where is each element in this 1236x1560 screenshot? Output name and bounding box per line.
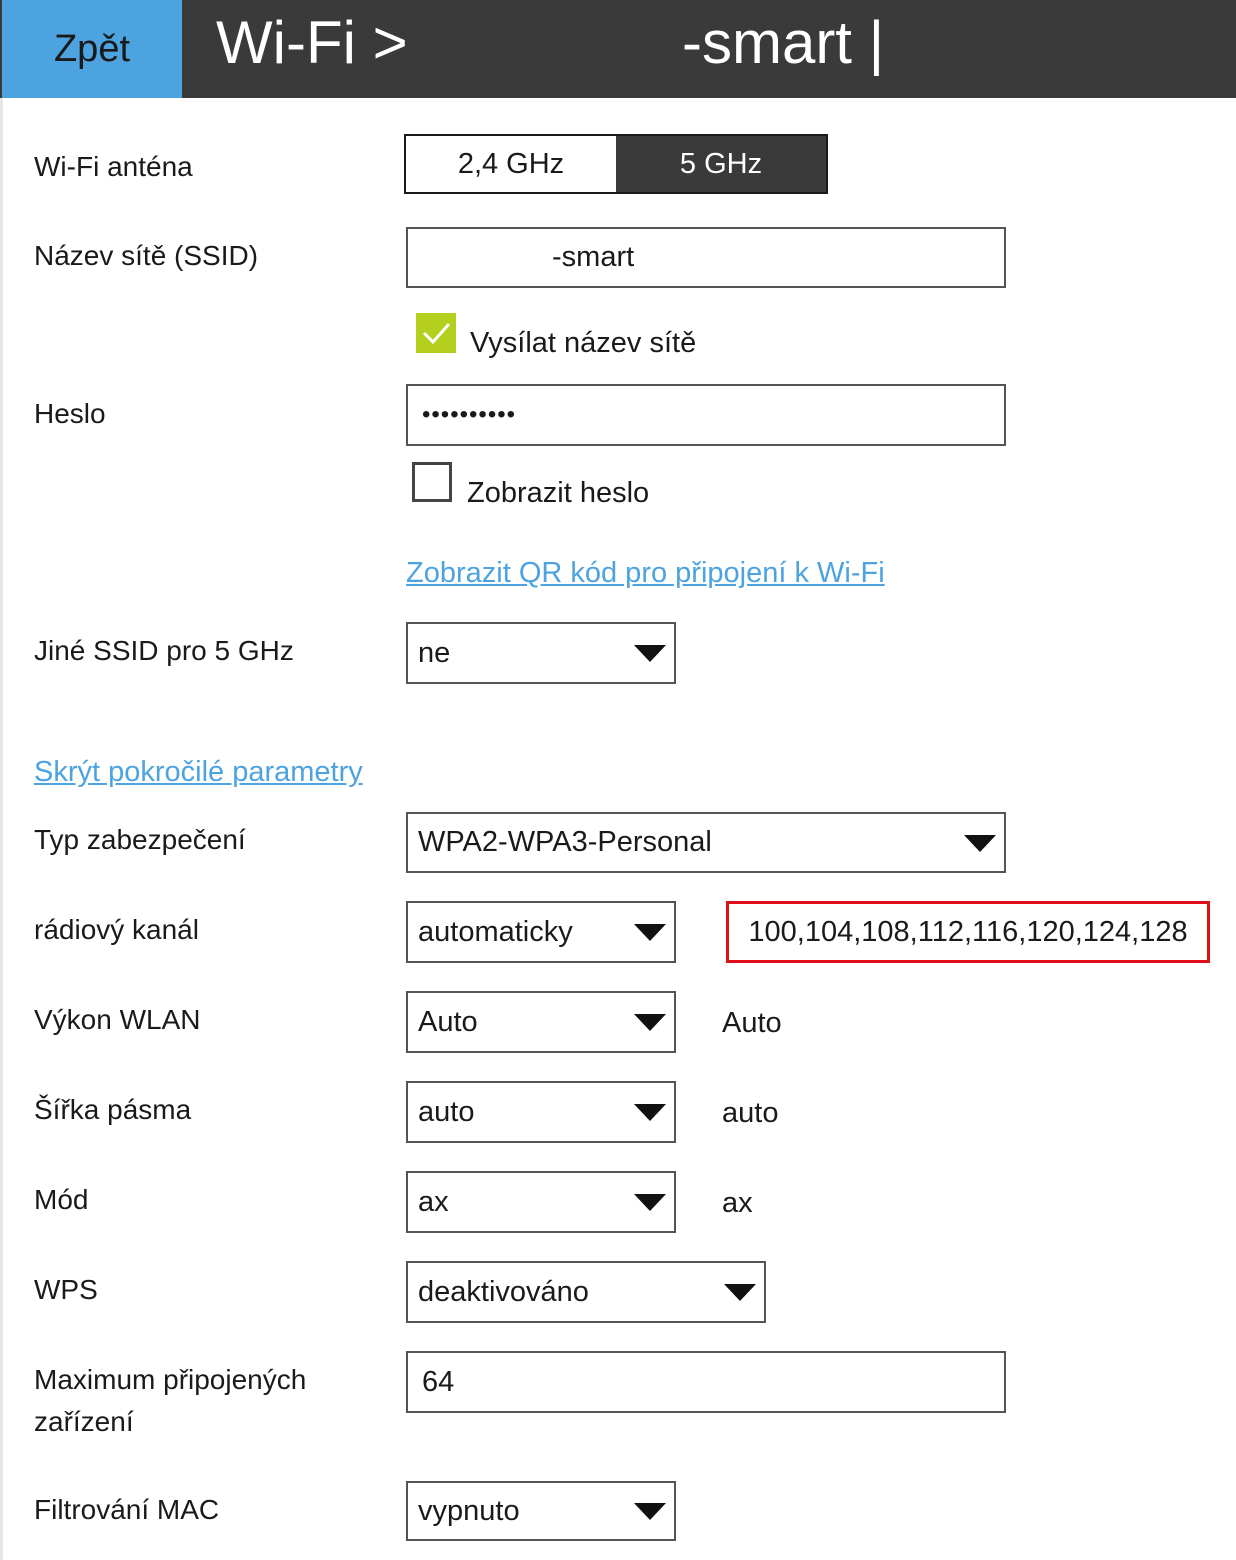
other-ssid-select[interactable]: ne (406, 622, 676, 684)
chevron-down-icon (724, 1284, 756, 1301)
hide-advanced-link[interactable]: Skrýt pokročilé parametry (34, 752, 363, 792)
channel-value: automaticky (418, 915, 573, 948)
password-label: Heslo (34, 398, 106, 429)
security-value: WPA2-WPA3-Personal (418, 826, 712, 858)
chevron-down-icon (634, 924, 666, 941)
qr-code-link[interactable]: Zobrazit QR kód pro připojení k Wi-Fi (406, 553, 885, 593)
mac-filter-select[interactable]: vypnuto (406, 1481, 676, 1541)
antenna-toggle: 2,4 GHz 5 GHz (404, 134, 828, 194)
show-password-checkbox[interactable] (412, 462, 452, 502)
other-ssid-label: Jiné SSID pro 5 GHz (34, 635, 294, 666)
mac-filter-value: vypnuto (418, 1494, 520, 1527)
broadcast-label: Vysílat název sítě (470, 327, 697, 359)
power-value: Auto (418, 1005, 478, 1038)
max-devices-label-line2: zařízení (34, 1406, 134, 1437)
ssid-input[interactable]: -smart (406, 227, 1006, 288)
header-ssid: -smart | (682, 9, 885, 76)
other-ssid-value: ne (418, 636, 451, 669)
check-icon (422, 323, 451, 345)
channel-select[interactable]: automaticky (406, 901, 676, 963)
max-devices-input[interactable]: 64 (406, 1351, 1006, 1413)
antenna-label: Wi-Fi anténa (34, 151, 193, 182)
power-label: Výkon WLAN (34, 1004, 201, 1035)
security-label: Typ zabezpečení (34, 824, 246, 855)
chevron-down-icon (634, 1104, 666, 1121)
antenna-option-2-4ghz[interactable]: 2,4 GHz (406, 136, 616, 192)
bandwidth-value: auto (418, 1095, 475, 1128)
mode-value: ax (418, 1185, 449, 1218)
left-edge-divider (0, 98, 3, 1560)
mode-label: Mód (34, 1184, 89, 1215)
power-current: Auto (722, 1007, 782, 1039)
bandwidth-select[interactable]: auto (406, 1081, 676, 1143)
password-input[interactable]: •••••••••• (406, 384, 1006, 446)
back-button[interactable]: Zpět (2, 0, 182, 98)
max-devices-label: Maximum připojených (34, 1364, 307, 1395)
broadcast-checkbox[interactable] (416, 313, 456, 353)
ssid-label: Název sítě (SSID) (34, 240, 259, 271)
chevron-down-icon (634, 1503, 666, 1520)
bandwidth-current: auto (722, 1097, 779, 1129)
show-password-label: Zobrazit heslo (467, 477, 650, 509)
wps-select[interactable]: deaktivováno (406, 1261, 766, 1323)
chevron-down-icon (634, 645, 666, 662)
chevron-down-icon (634, 1194, 666, 1211)
mode-select[interactable]: ax (406, 1171, 676, 1233)
chevron-down-icon (634, 1014, 666, 1031)
wps-label: WPS (34, 1274, 98, 1305)
channel-label: rádiový kanál (34, 914, 199, 945)
mode-current: ax (722, 1187, 753, 1219)
page-title: Wi-Fi > (216, 9, 408, 76)
antenna-option-5ghz[interactable]: 5 GHz (616, 136, 826, 192)
current-channels: 100,104,108,112,116,120,124,128 (726, 901, 1210, 963)
security-select[interactable]: WPA2-WPA3-Personal (406, 812, 1006, 873)
bandwidth-label: Šířka pásma (34, 1094, 192, 1125)
chevron-down-icon (964, 834, 996, 852)
power-select[interactable]: Auto (406, 991, 676, 1053)
wps-value: deaktivováno (418, 1275, 589, 1308)
mac-filter-label: Filtrování MAC (34, 1494, 220, 1525)
header-bar: Zpět Wi-Fi > -smart | (0, 0, 1236, 98)
